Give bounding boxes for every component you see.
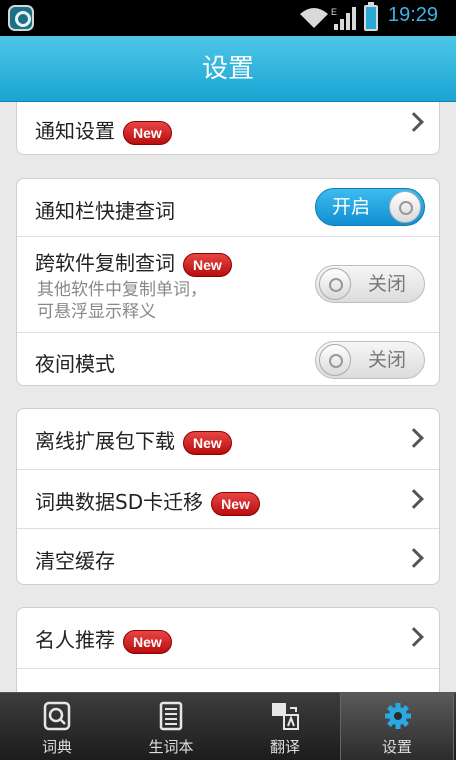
settings-item-cross-app-copy-lookup[interactable]: 跨软件复制查词 New 其他软件中复制单词， 可悬浮显示释义 关闭 <box>17 236 439 332</box>
gear-icon <box>385 703 411 729</box>
settings-item-offline-package-download[interactable]: 离线扩展包下载 New <box>17 409 439 469</box>
new-badge: New <box>183 430 232 455</box>
nav-label: 生词本 <box>148 738 194 756</box>
translate-icon <box>272 703 299 730</box>
settings-item-clear-cache[interactable]: 清空缓存 <box>17 528 439 586</box>
settings-item-label: 名人推荐 <box>35 628 115 652</box>
settings-card-data: 离线扩展包下载 New 词典数据SD卡迁移 New 清空缓存 <box>16 408 440 585</box>
settings-item-notification-bar-lookup[interactable]: 通知栏快捷查词 开启 <box>17 179 439 236</box>
settings-card-more: 名人推荐 New <box>16 607 440 692</box>
settings-list[interactable]: 通知设置 New 通知栏快捷查词 开启 跨软件复制查词 New 其他软件中复制单词，… <box>0 102 456 692</box>
nav-item-wordbook[interactable]: 生词本 <box>114 693 228 760</box>
page-title: 设置 <box>201 54 254 84</box>
settings-item-label: 跨软件复制查词 <box>35 251 175 275</box>
nav-label: 词典 <box>41 738 72 756</box>
status-bar: E 19:29 <box>0 0 456 36</box>
toggle-label: 关闭 <box>367 273 406 295</box>
chevron-right-icon <box>404 627 424 647</box>
cross-app-copy-lookup-toggle[interactable]: 关闭 <box>315 265 425 303</box>
toggle-label: 关闭 <box>367 349 406 371</box>
title-bar: 设置 <box>0 36 456 102</box>
settings-item-label: 清空缓存 <box>35 549 115 573</box>
toggle-knob <box>319 344 351 376</box>
signal-icon: E <box>331 7 356 30</box>
settings-item-label: 夜间模式 <box>35 352 115 376</box>
new-badge: New <box>183 252 232 277</box>
wordbook-icon <box>159 701 183 731</box>
network-type: E <box>331 7 337 17</box>
settings-item-label: 通知设置 <box>35 119 115 143</box>
chevron-right-icon <box>404 112 424 132</box>
dictionary-icon <box>43 701 71 731</box>
battery-icon <box>364 2 378 31</box>
nav-item-dictionary[interactable]: 词典 <box>0 693 114 760</box>
nav-item-settings[interactable]: 设置 <box>340 693 454 760</box>
nav-label: 设置 <box>381 738 412 756</box>
settings-item-label: 通知栏快捷查词 <box>35 199 175 223</box>
status-time: 19:29 <box>388 4 439 26</box>
toggle-knob <box>389 191 421 223</box>
new-badge: New <box>211 491 260 516</box>
settings-item-label: 词典数据SD卡迁移 <box>35 490 204 514</box>
settings-item-hidden[interactable] <box>17 668 439 692</box>
settings-item-celebrity-recommendation[interactable]: 名人推荐 New <box>17 608 439 668</box>
settings-item-sd-card-migration[interactable]: 词典数据SD卡迁移 New <box>17 469 439 528</box>
settings-card-notifications: 通知设置 New <box>16 102 440 155</box>
nav-label: 翻译 <box>269 738 300 756</box>
settings-item-label: 离线扩展包下载 <box>35 429 175 453</box>
nav-item-translate[interactable]: 翻译 <box>228 693 342 760</box>
chevron-right-icon <box>404 489 424 509</box>
wifi-icon <box>300 8 328 28</box>
settings-item-description: 其他软件中复制单词， 可悬浮显示释义 <box>37 280 207 322</box>
bottom-navigation: 词典 生词本 翻译 设置 <box>0 692 456 760</box>
toggle-knob <box>319 268 351 300</box>
toggle-label: 开启 <box>332 196 371 218</box>
chevron-right-icon <box>404 548 424 568</box>
settings-item-night-mode[interactable]: 夜间模式 关闭 <box>17 332 439 387</box>
night-mode-toggle[interactable]: 关闭 <box>315 341 425 379</box>
new-badge: New <box>123 629 172 654</box>
notification-bar-lookup-toggle[interactable]: 开启 <box>315 188 425 226</box>
settings-item-notification-settings[interactable]: 通知设置 New <box>17 102 439 156</box>
chevron-right-icon <box>404 428 424 448</box>
new-badge: New <box>123 120 172 145</box>
settings-card-lookup: 通知栏快捷查词 开启 跨软件复制查词 New 其他软件中复制单词， 可悬浮显示释义… <box>16 178 440 386</box>
app-notification-icon <box>8 5 34 31</box>
